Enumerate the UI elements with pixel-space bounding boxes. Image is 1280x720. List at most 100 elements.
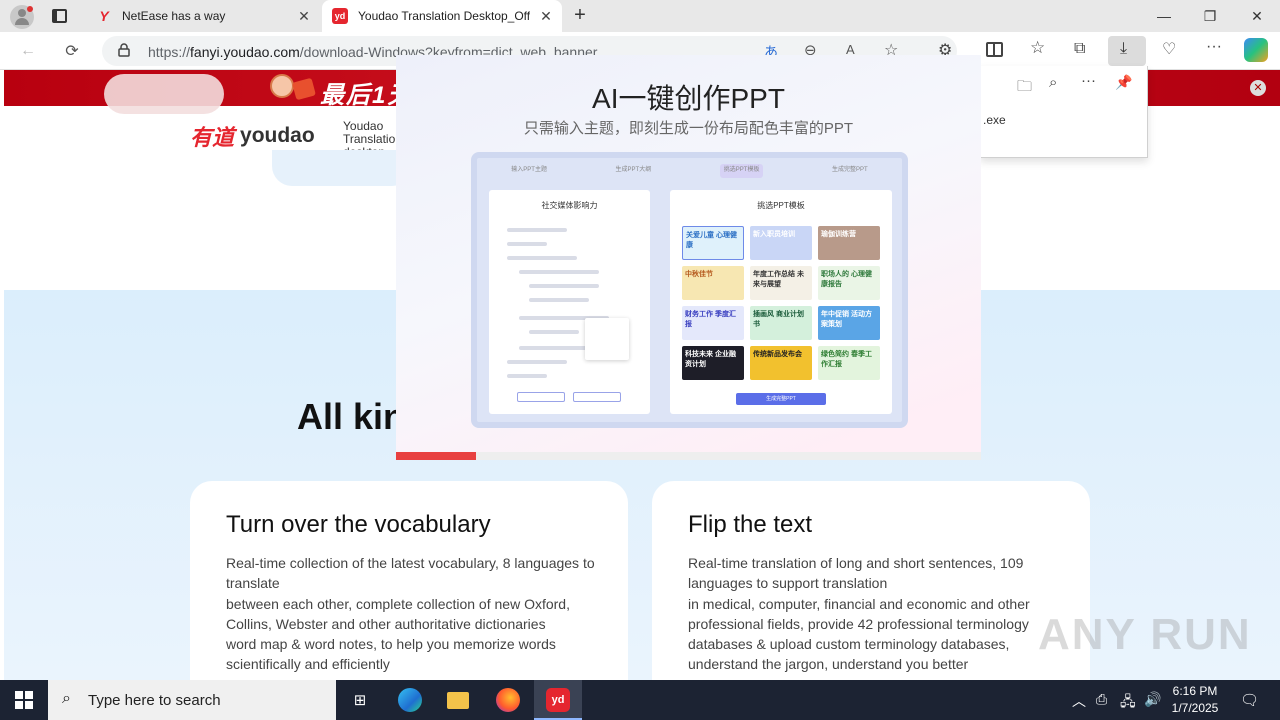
- tab-youdao[interactable]: yd Youdao Translation Desktop_Offi ✕: [322, 0, 562, 32]
- context-menu: [585, 318, 629, 360]
- banner-close-icon[interactable]: ✕: [1250, 80, 1266, 96]
- preview-steps: 输入PPT主题 生成PPT大纲 挑选PPT模板 生成完整PPT: [477, 164, 902, 178]
- search-downloads-icon[interactable]: ⌕: [1049, 74, 1057, 91]
- pin-icon[interactable]: 📌: [1115, 74, 1132, 91]
- template-panel: 挑选PPT模板 关爱儿童 心理健康 新入职员培训 瑜伽训练营 中秋佳节 年度工作…: [670, 190, 892, 414]
- copilot-icon[interactable]: [1244, 38, 1268, 62]
- start-button[interactable]: [0, 680, 48, 720]
- url-domain: fanyi.youdao.com: [190, 44, 300, 60]
- url-prefix: https://: [148, 44, 191, 60]
- file-explorer-icon[interactable]: [434, 680, 482, 720]
- outline-button: [573, 392, 621, 402]
- card-title: Flip the text: [688, 511, 813, 538]
- ad-progress-bar: [396, 452, 981, 460]
- firefox-icon[interactable]: [484, 680, 532, 720]
- chevron-up-icon[interactable]: ︿: [1072, 691, 1086, 711]
- cloud-decoration: [104, 74, 224, 114]
- youdao-taskbar-icon[interactable]: yd: [534, 680, 582, 720]
- template-thumb: 新入职员培训: [750, 226, 812, 260]
- card-line: word map & word notes, to help you memor…: [226, 636, 556, 673]
- template-title: 挑选PPT模板: [757, 201, 805, 210]
- card-text: Real-time collection of the latest vocab…: [226, 553, 606, 675]
- template-thumb: 科技未来 企业融资计划: [682, 346, 744, 380]
- ppt-ad-modal[interactable]: AI一键创作PPT 只需输入主题，即刻生成一份布局配色丰富的PPT 输入PPT主…: [396, 55, 981, 460]
- download-filename[interactable]: .exe: [983, 113, 1006, 127]
- task-view-icon[interactable]: ⊞: [336, 680, 384, 720]
- card-line: between each other, complete collection …: [226, 595, 570, 632]
- outline-title: 社交媒体影响力: [541, 201, 598, 210]
- open-folder-icon[interactable]: 🗀: [1017, 76, 1032, 101]
- lock-icon[interactable]: [118, 43, 130, 57]
- card-text: Real-time translation of long and short …: [688, 553, 1068, 675]
- template-thumb: 插画风 商业计划书: [750, 306, 812, 340]
- header-pill-decoration: [272, 150, 412, 186]
- favorites-icon[interactable]: ☆: [1030, 38, 1045, 58]
- search-placeholder: Type here to search: [88, 691, 221, 709]
- back-button[interactable]: ←: [14, 38, 42, 64]
- tab-title: NetEase has a way: [122, 9, 226, 23]
- hero-title: All kin: [297, 396, 406, 437]
- template-thumb: 财务工作 季度汇报: [682, 306, 744, 340]
- close-tab-icon[interactable]: ✕: [296, 8, 312, 25]
- outline-line: [519, 270, 599, 274]
- clock-date: 1/7/2025: [1171, 701, 1219, 715]
- minimize-button[interactable]: —: [1141, 0, 1187, 32]
- outline-line: [507, 374, 547, 378]
- notification-icon[interactable]: 🗨: [1240, 691, 1259, 709]
- taskbar-search-box[interactable]: ⌕ Type here to search: [48, 680, 336, 720]
- tab-netease[interactable]: Y NetEase has a way ✕: [84, 0, 320, 32]
- close-tab-icon[interactable]: ✕: [538, 8, 554, 25]
- card-title: Turn over the vocabulary: [226, 511, 491, 538]
- restore-button[interactable]: ❐: [1187, 0, 1233, 32]
- split-screen-icon[interactable]: [986, 42, 1003, 57]
- preview-step: 挑选PPT模板: [719, 164, 764, 178]
- template-thumb: 年度工作总结 未来与展望: [750, 266, 812, 300]
- profile-avatar[interactable]: [10, 5, 34, 29]
- collections-icon[interactable]: ⧉: [1074, 40, 1085, 58]
- network-icon[interactable]: 🖧: [1120, 691, 1136, 715]
- edge-taskbar-icon[interactable]: [386, 680, 434, 720]
- preview-step: 输入PPT主题: [511, 167, 547, 173]
- outline-line: [529, 284, 599, 288]
- browser-essentials-icon[interactable]: ♡: [1162, 39, 1176, 59]
- refresh-button[interactable]: ⟳: [58, 38, 86, 64]
- ad-progress-fill: [396, 452, 477, 460]
- tab-actions-icon[interactable]: [52, 9, 67, 23]
- volume-icon[interactable]: 🔊: [1144, 691, 1161, 708]
- template-thumb: 职场人的 心理健康报告: [818, 266, 880, 300]
- search-icon: ⌕: [62, 690, 71, 707]
- more-options-icon[interactable]: ···: [1081, 72, 1096, 89]
- youdao-logo[interactable]: 有道 youdao: [190, 120, 315, 152]
- card-line: in medical, computer, financial and econ…: [688, 595, 1030, 673]
- usb-device-icon[interactable]: ⎙: [1096, 691, 1107, 708]
- anyrun-watermark: ANY RUN: [1038, 610, 1252, 659]
- tab-title: Youdao Translation Desktop_Offi: [358, 9, 530, 23]
- browser-tab-bar: Y NetEase has a way ✕ yd Youdao Translat…: [0, 0, 1280, 32]
- feature-card-text: Flip the text Real-time translation of l…: [652, 481, 1090, 680]
- close-window-button[interactable]: ✕: [1234, 0, 1280, 32]
- modal-title: AI一键创作PPT: [592, 83, 785, 114]
- template-thumb: 中秋佳节: [682, 266, 744, 300]
- logo-cn: 有道: [190, 125, 235, 150]
- new-tab-button[interactable]: +: [568, 4, 592, 28]
- template-thumb: 瑜伽训练营: [818, 226, 880, 260]
- download-arrow-icon: ⤓: [1120, 40, 1128, 57]
- netease-favicon-icon: Y: [99, 8, 109, 24]
- more-menu-icon[interactable]: ···: [1206, 38, 1222, 56]
- outline-panel: 社交媒体影响力: [489, 190, 650, 414]
- downloads-button[interactable]: ⤓: [1108, 36, 1146, 66]
- downloads-panel: 🗀 ⌕ ··· 📌 .exe: [980, 66, 1148, 158]
- modal-subtitle: 只需输入主题，即刻生成一份布局配色丰富的PPT: [523, 120, 854, 137]
- preview-step: 生成PPT大纲: [615, 167, 652, 173]
- windows-taskbar: ⌕ Type here to search ⊞ yd ︿ ⎙ 🖧 🔊 6:16 …: [0, 680, 1280, 720]
- logo-en: youdao: [240, 124, 315, 147]
- system-clock[interactable]: 6:16 PM 1/7/2025: [1168, 683, 1222, 717]
- feature-card-vocabulary: Turn over the vocabulary Real-time colle…: [190, 481, 628, 680]
- template-thumb: 年中促销 活动方案策划: [818, 306, 880, 340]
- youdao-favicon-icon: yd: [332, 8, 348, 24]
- gift-icon: [292, 77, 316, 101]
- outline-line: [507, 256, 577, 260]
- template-thumb: 传统新品发布会: [750, 346, 812, 380]
- outline-line: [529, 298, 589, 302]
- outline-line: [507, 242, 547, 246]
